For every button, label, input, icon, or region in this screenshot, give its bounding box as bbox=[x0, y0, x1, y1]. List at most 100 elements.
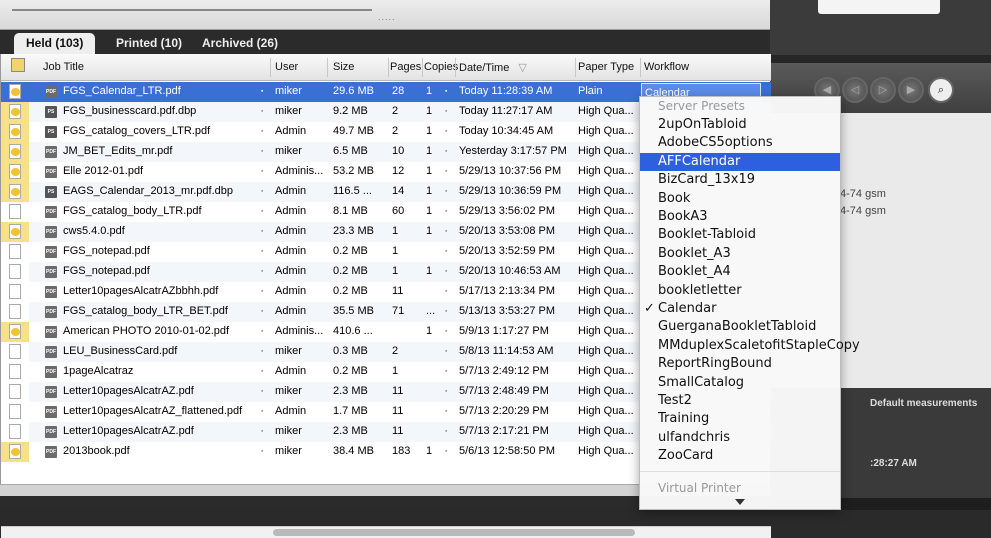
row-separator-dot: ▪ bbox=[261, 448, 264, 455]
resize-grip[interactable]: ..... bbox=[378, 12, 396, 22]
menu-item-label: AdobeCS5options bbox=[658, 135, 773, 151]
menu-item[interactable]: Booklet_A3 bbox=[640, 245, 840, 263]
column-user[interactable]: User bbox=[275, 61, 298, 73]
cell-user: miker bbox=[275, 445, 302, 457]
row-status-cell bbox=[1, 182, 29, 202]
row-separator-dot: ▪ bbox=[261, 248, 264, 255]
pdf-file-icon: PDF bbox=[45, 286, 57, 298]
cell-date-time: 5/29/13 10:37:56 PM bbox=[459, 165, 562, 177]
menu-item[interactable]: ZooCard bbox=[640, 447, 840, 465]
menu-item-label: bookletletter bbox=[658, 282, 742, 298]
play-button[interactable]: ▷ bbox=[870, 77, 896, 103]
tab-archived[interactable]: Archived (26) bbox=[190, 33, 290, 54]
cell-size: 35.5 MB bbox=[333, 305, 374, 317]
column-job-title[interactable]: Job Title bbox=[43, 61, 84, 73]
cell-user: miker bbox=[275, 145, 302, 157]
last-page-button[interactable]: ▶ bbox=[898, 77, 924, 103]
column-date-time[interactable]: Date/Time ▽ bbox=[459, 61, 527, 74]
cell-size: 9.2 MB bbox=[333, 105, 368, 117]
column-pages[interactable]: Pages bbox=[390, 61, 421, 73]
cell-job-title: Elle 2012-01.pdf bbox=[63, 165, 144, 177]
cell-copies: 1 bbox=[426, 185, 433, 197]
column-size[interactable]: Size bbox=[333, 61, 354, 73]
prev-page-button[interactable]: ◁ bbox=[842, 77, 868, 103]
document-icon bbox=[9, 424, 21, 439]
menu-item[interactable]: ulfandchris bbox=[640, 429, 840, 447]
document-icon bbox=[9, 404, 21, 419]
tab-held[interactable]: Held (103) bbox=[14, 33, 96, 54]
column-paper-type[interactable]: Paper Type bbox=[578, 61, 634, 73]
document-icon bbox=[9, 124, 21, 139]
menu-item[interactable]: Training bbox=[640, 410, 840, 428]
header-divider bbox=[422, 58, 423, 77]
menu-item-label: Test2 bbox=[658, 393, 692, 408]
menu-item[interactable]: bookletletter bbox=[640, 282, 840, 300]
horizontal-scrollbar[interactable] bbox=[1, 526, 771, 538]
pdf-file-icon: PDF bbox=[45, 206, 57, 218]
cell-pages: 1 bbox=[392, 365, 399, 377]
cell-paper-type: High Qua... bbox=[578, 325, 634, 337]
cell-pages: 1 bbox=[392, 265, 399, 277]
cell-date-time: 5/29/13 3:56:02 PM bbox=[459, 205, 556, 217]
menu-item[interactable]: Test2 bbox=[640, 392, 840, 410]
pdf-file-icon: PDF bbox=[45, 266, 57, 278]
column-copies[interactable]: Copies bbox=[424, 61, 458, 73]
row-separator-dot: ▪ bbox=[445, 188, 448, 195]
row-separator-dot: ▪ bbox=[445, 388, 448, 395]
cell-user: miker bbox=[275, 105, 302, 117]
cell-paper-type: High Qua... bbox=[578, 345, 634, 357]
column-workflow[interactable]: Workflow bbox=[644, 61, 689, 73]
menu-item[interactable]: AdobeCS5options bbox=[640, 134, 840, 152]
menu-item[interactable]: ReportRingBound bbox=[640, 355, 840, 373]
menu-item-label: BizCard_13x19 bbox=[658, 172, 756, 188]
date-time-label: Date/Time bbox=[459, 62, 510, 74]
cell-paper-type: High Qua... bbox=[578, 365, 634, 377]
document-icon bbox=[9, 104, 21, 119]
cell-job-title: FGS_catalog_body_LTR_BET.pdf bbox=[63, 305, 228, 317]
row-status-cell bbox=[1, 82, 29, 102]
row-separator-dot: ▪ bbox=[445, 328, 448, 335]
tab-printed[interactable]: Printed (10) bbox=[104, 33, 194, 54]
row-separator-dot: ▪ bbox=[261, 268, 264, 275]
row-separator-dot: ▪ bbox=[261, 388, 264, 395]
menu-item[interactable]: MMduplexScaletofitStapleCopy bbox=[640, 337, 860, 355]
document-icon bbox=[9, 264, 21, 279]
scrollbar-thumb[interactable] bbox=[273, 529, 635, 536]
job-tabs: Held (103) Printed (10) Archived (26) bbox=[0, 30, 770, 54]
menu-item[interactable]: BizCard_13x19 bbox=[640, 171, 840, 189]
zoom-icon[interactable]: ⌕ bbox=[928, 77, 954, 103]
menu-item[interactable]: Booklet-Tabloid bbox=[640, 226, 840, 244]
cell-paper-type: High Qua... bbox=[578, 105, 634, 117]
cell-user: Admin bbox=[275, 125, 307, 137]
cell-paper-type: Plain bbox=[578, 85, 603, 97]
menu-item-label: MMduplexScaletofitStapleCopy bbox=[658, 337, 860, 353]
menu-item[interactable]: 2upOnTabloid bbox=[640, 116, 840, 134]
row-separator-dot: ▪ bbox=[261, 128, 264, 135]
menu-item[interactable]: Booklet_A4 bbox=[640, 263, 840, 281]
cell-size: 29.6 MB bbox=[333, 85, 374, 97]
menu-section-virtual-printer: Virtual Printer bbox=[658, 481, 741, 495]
cell-job-title: Letter10pagesAlcatrAZ_flattened.pdf bbox=[63, 405, 243, 417]
cell-job-title: FGS_catalog_body_LTR.pdf bbox=[63, 205, 202, 217]
row-separator-dot: ▪ bbox=[261, 88, 264, 95]
cell-job-title: Letter10pagesAlcatrAZ.pdf bbox=[63, 385, 194, 397]
pdf-file-icon: PDF bbox=[45, 166, 57, 178]
cell-pages: 11 bbox=[392, 425, 404, 437]
menu-item[interactable]: SmallCatalog bbox=[640, 374, 840, 392]
column-picker-icon[interactable] bbox=[11, 58, 25, 72]
menu-item[interactable]: GuerganaBookletTabloid bbox=[640, 318, 840, 336]
menu-item[interactable]: BookA3 bbox=[640, 208, 840, 226]
document-icon bbox=[9, 384, 21, 399]
scroll-down-arrow-icon[interactable] bbox=[735, 499, 745, 505]
document-icon bbox=[9, 184, 21, 199]
menu-item[interactable]: AFFCalendar bbox=[640, 152, 840, 171]
cell-job-title: Letter10pagesAlcatrAZbbhh.pdf bbox=[63, 285, 219, 297]
menu-item[interactable]: ✓ Calendar bbox=[640, 300, 840, 318]
menu-item[interactable]: Book bbox=[640, 190, 840, 208]
cell-job-title: FGS_businesscard.pdf.dbp bbox=[63, 105, 197, 117]
row-separator-dot: ▪ bbox=[261, 408, 264, 415]
cell-pages: 10 bbox=[392, 145, 405, 157]
cell-job-title: FGS_catalog_covers_LTR.pdf bbox=[63, 125, 211, 137]
cell-paper-type: High Qua... bbox=[578, 425, 634, 437]
cell-job-title: FGS_notepad.pdf bbox=[63, 245, 150, 257]
